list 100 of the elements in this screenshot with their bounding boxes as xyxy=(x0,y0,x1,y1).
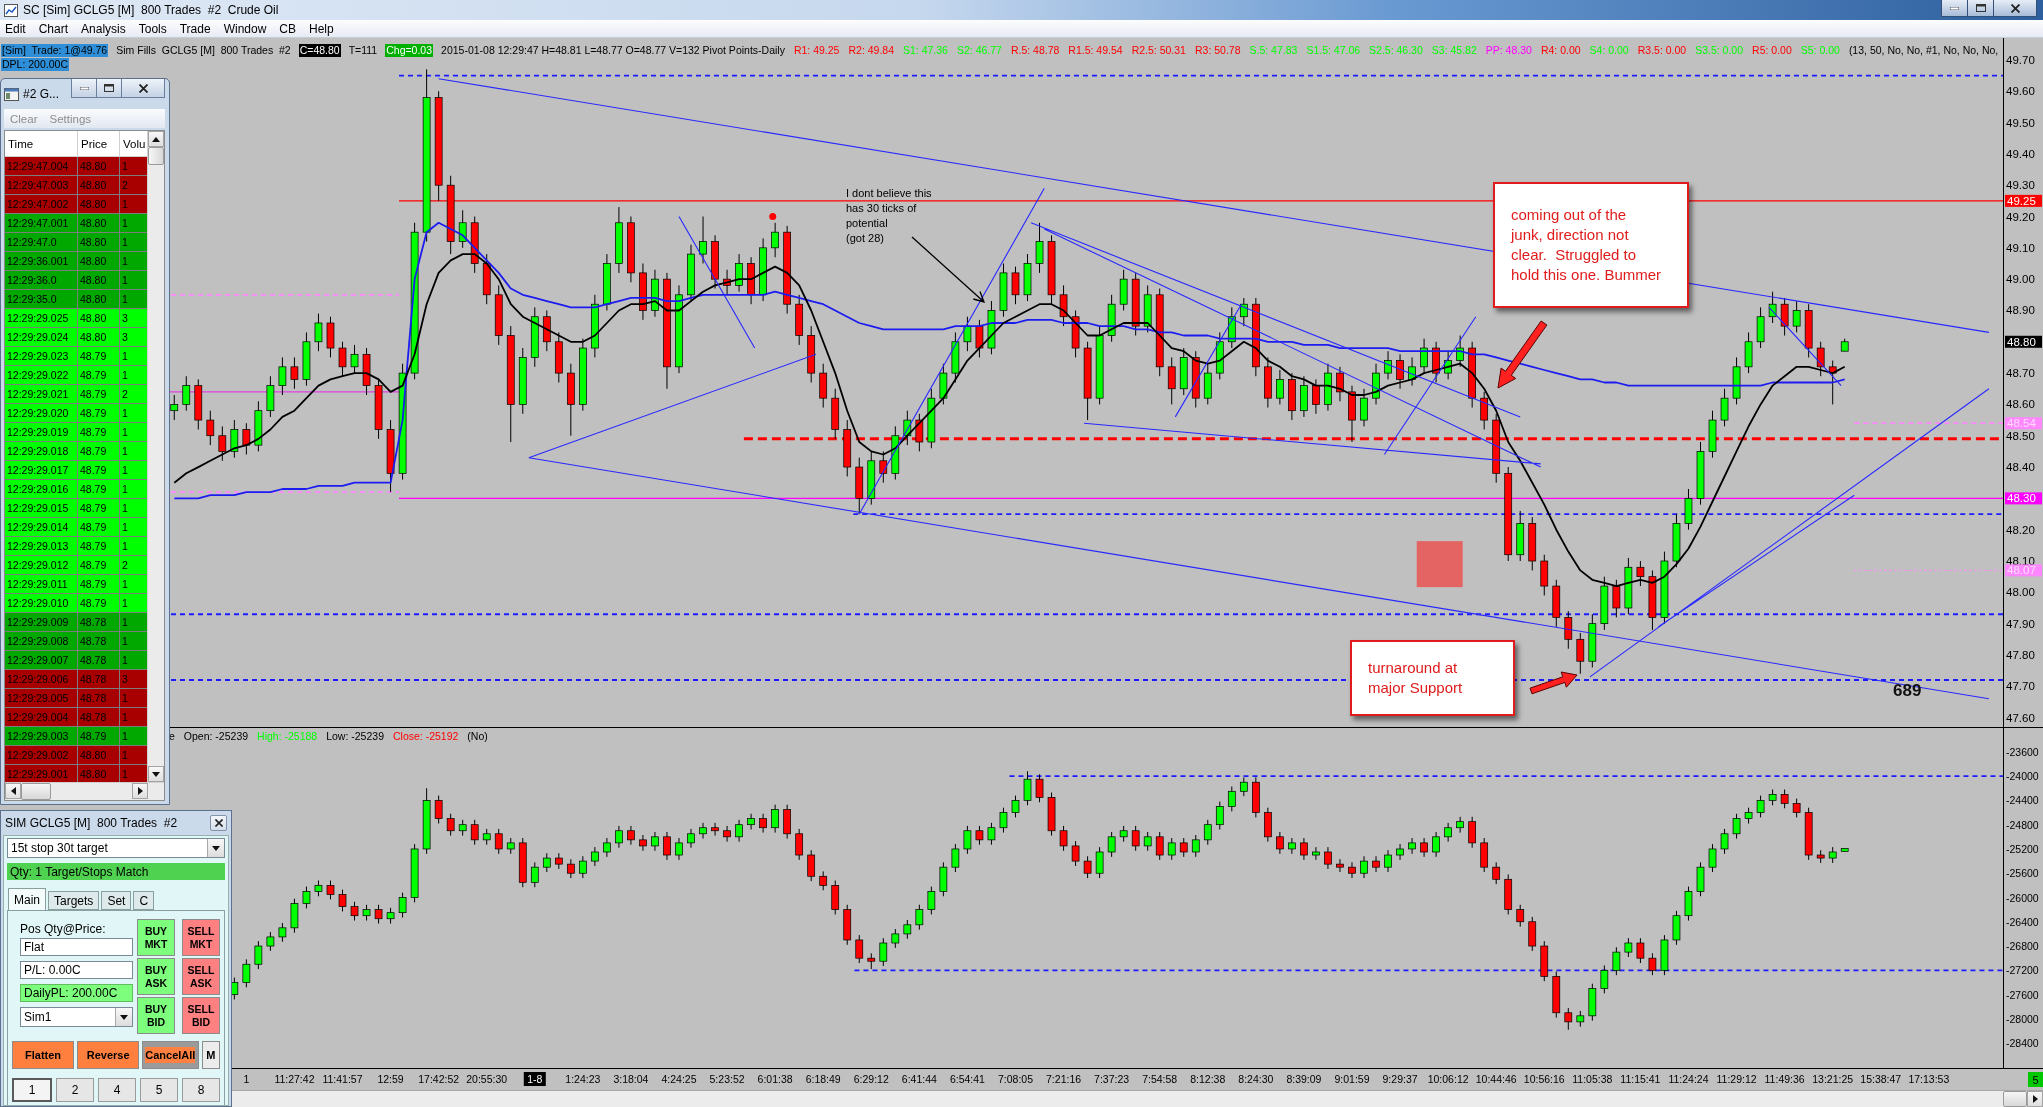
candlestick xyxy=(1552,971,1561,1019)
close-button[interactable] xyxy=(121,79,165,98)
candlestick xyxy=(1492,861,1501,885)
scrollbar-thumb[interactable] xyxy=(2003,1091,2027,1107)
action-button[interactable]: CancelAll xyxy=(142,1041,199,1069)
candlestick xyxy=(1756,306,1765,349)
candlestick xyxy=(1528,516,1537,571)
app-icon xyxy=(4,3,18,17)
menu-item[interactable]: Window xyxy=(218,21,275,36)
candlestick xyxy=(1336,858,1344,873)
tab[interactable]: Set xyxy=(101,891,132,910)
action-button[interactable]: M xyxy=(201,1041,220,1069)
annotation-text: I dont believe this has 30 ticks of potential (got 28) xyxy=(846,186,932,246)
minimize-button[interactable] xyxy=(71,79,97,98)
order-button[interactable]: SELL BID xyxy=(182,997,220,1034)
scroll-right-button[interactable] xyxy=(132,783,148,799)
scroll-up-button[interactable] xyxy=(148,131,164,147)
candlestick xyxy=(1047,234,1056,305)
minimize-button[interactable] xyxy=(1941,0,1968,17)
candlestick xyxy=(1696,861,1705,897)
candlestick xyxy=(1059,825,1068,852)
quantity-button[interactable]: 4 xyxy=(98,1078,136,1102)
status-text: e xyxy=(168,730,176,743)
quantity-button[interactable]: 2 xyxy=(56,1078,94,1102)
account-dropdown[interactable]: Sim1 xyxy=(20,1007,133,1027)
menu-item[interactable]: CB xyxy=(274,21,304,36)
candlestick xyxy=(326,316,335,358)
candlestick xyxy=(1288,372,1296,421)
candlestick xyxy=(410,843,419,903)
support-level: S4: 0.00 xyxy=(1588,44,1630,57)
scrollbar-thumb[interactable] xyxy=(148,147,164,165)
time-label: 8:39:09 xyxy=(1286,1073,1322,1085)
candlestick xyxy=(1516,510,1525,562)
menu-item[interactable]: Help xyxy=(304,21,342,36)
window-title: SIM GCLG5 [M] 800 Trades #2 xyxy=(5,816,178,830)
candlestick xyxy=(819,363,828,409)
candlestick xyxy=(422,787,431,855)
maximize-button[interactable] xyxy=(96,79,122,98)
candlestick xyxy=(1576,1010,1585,1028)
menu-item[interactable]: Analysis xyxy=(76,21,134,36)
close-button[interactable] xyxy=(1993,0,2037,17)
order-button[interactable]: BUY MKT xyxy=(137,919,175,956)
order-button[interactable]: SELL ASK xyxy=(182,958,220,995)
order-button[interactable]: SELL MKT xyxy=(182,919,220,956)
scroll-left-button[interactable] xyxy=(5,783,21,799)
candlestick xyxy=(831,880,840,915)
tab[interactable]: Main xyxy=(8,888,46,910)
quantity-button[interactable]: 5 xyxy=(140,1078,178,1102)
ref-line-label: 48.54 xyxy=(2007,417,2037,430)
horizontal-scrollbar[interactable] xyxy=(232,1090,2043,1107)
candlestick xyxy=(1300,375,1308,418)
tab[interactable]: Targets xyxy=(48,891,100,910)
candlestick xyxy=(542,852,551,873)
order-button[interactable]: BUY BID xyxy=(137,997,175,1034)
candlestick xyxy=(1636,560,1645,587)
candlestick xyxy=(927,388,936,449)
axis-label: 48.10 xyxy=(2006,555,2035,567)
menu-item[interactable]: Chart xyxy=(33,21,77,36)
candlestick xyxy=(1816,341,1825,377)
axis-label: 48.90 xyxy=(2006,304,2035,317)
quantity-button[interactable]: 1 xyxy=(12,1078,52,1102)
candlestick xyxy=(1444,822,1452,843)
close-button[interactable] xyxy=(210,815,227,831)
candlestick xyxy=(266,931,275,952)
menu-item[interactable]: Tools xyxy=(133,21,175,36)
action-button[interactable]: Reverse xyxy=(77,1041,140,1069)
candlestick xyxy=(783,804,791,840)
axis-label: -24000 xyxy=(2006,770,2039,783)
scrollbar-thumb[interactable] xyxy=(21,783,51,800)
close-icon xyxy=(138,83,148,93)
candlestick xyxy=(591,294,599,358)
last-price-label: 48.80 xyxy=(2005,335,2042,348)
candlestick xyxy=(639,834,647,852)
maximize-button[interactable] xyxy=(1967,0,1994,17)
quantity-button[interactable]: 8 xyxy=(182,1078,220,1102)
axis-label: 48.50 xyxy=(2006,429,2035,442)
tab[interactable]: C xyxy=(133,891,155,910)
time-label: 9:29:37 xyxy=(1382,1073,1418,1085)
dropdown-button[interactable] xyxy=(115,1008,132,1026)
horizontal-scrollbar[interactable] xyxy=(5,782,164,800)
scroll-right-button[interactable] xyxy=(2027,1091,2043,1107)
candlestick xyxy=(314,880,323,897)
candlestick xyxy=(1780,297,1789,336)
vertical-scrollbar[interactable] xyxy=(147,131,164,782)
scroll-down-button[interactable] xyxy=(148,766,164,782)
candlestick xyxy=(1059,284,1068,327)
candlestick xyxy=(218,425,227,462)
candlestick xyxy=(290,898,299,934)
candlestick xyxy=(1095,846,1104,879)
candlestick xyxy=(1540,554,1549,596)
action-button[interactable]: Flatten xyxy=(12,1041,75,1069)
support-level: S.5: 47.83 xyxy=(1248,44,1299,57)
candlestick xyxy=(266,375,275,418)
menu-item[interactable]: Trade xyxy=(174,21,219,36)
candlestick xyxy=(1468,341,1476,409)
menu-item[interactable]: Edit xyxy=(0,21,34,36)
order-button[interactable]: BUY ASK xyxy=(137,958,175,995)
axis-label: 49.70 xyxy=(2006,53,2035,66)
strategy-dropdown[interactable]: 15t stop 30t target xyxy=(7,838,225,858)
dropdown-button[interactable] xyxy=(207,839,224,857)
